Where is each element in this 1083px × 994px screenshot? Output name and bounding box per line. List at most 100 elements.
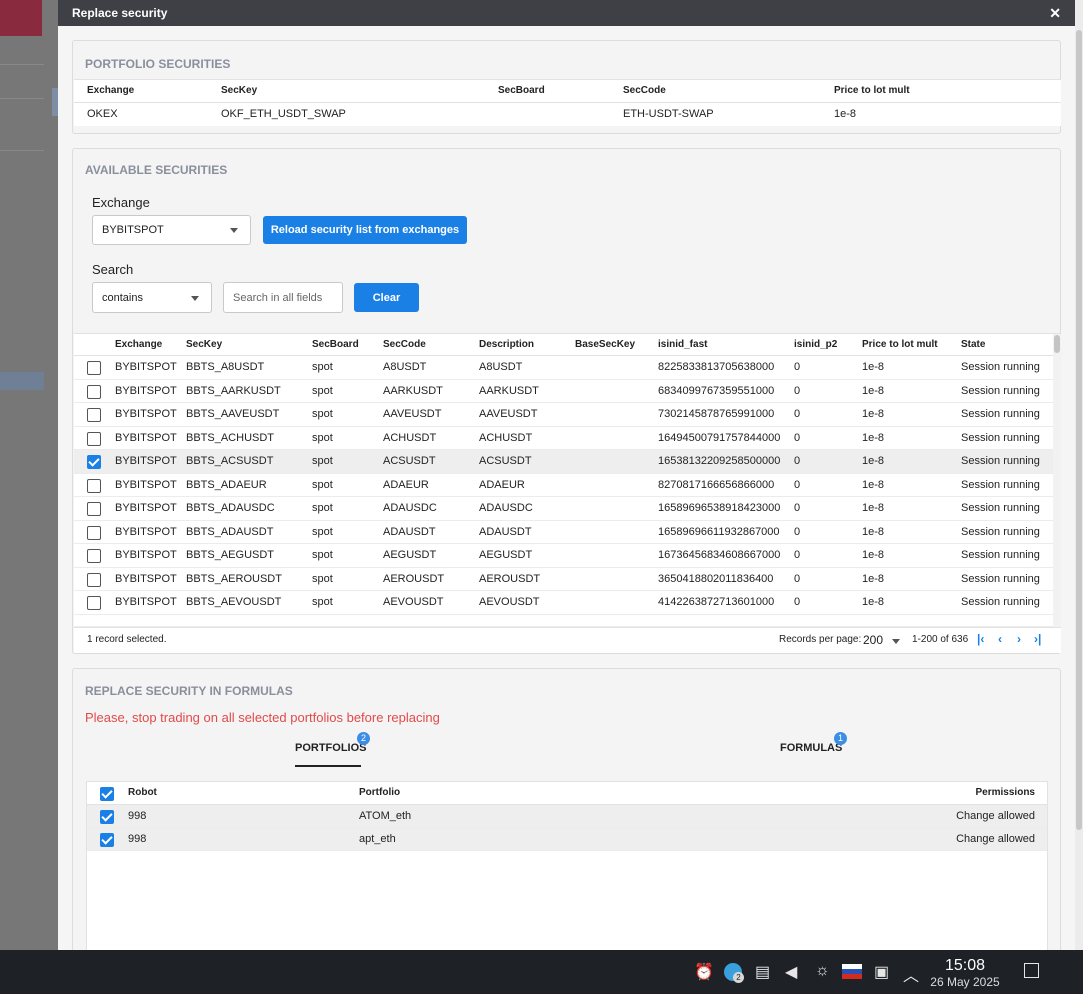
table-row[interactable]: BYBITSPOT BBTS_AEVOUSDT spot AEVOUSDT AEVOUS… [74, 591, 1061, 615]
search-label: Search [92, 262, 134, 277]
grid-scrollbar-thumb[interactable] [1054, 335, 1060, 353]
table-row[interactable]: BYBITSPOT BBTS_A8USDT spot A8USDT A8USDT 8225… [74, 356, 1061, 380]
search-mode-select[interactable]: contains [92, 282, 212, 313]
portfolios-table: Robot Portfolio Permissions 998 ATOM_eth… [86, 781, 1048, 950]
row-checkbox[interactable] [100, 833, 114, 847]
grid-footer: 1 record selected. Records per page: 200… [74, 627, 1061, 653]
cell-secboard: spot [312, 408, 333, 420]
row-checkbox[interactable] [87, 361, 101, 375]
cell-isinid-fast: 3650418802011836400 [658, 572, 774, 585]
column-header[interactable]: State [961, 334, 985, 356]
reload-securities-button[interactable]: Reload security list from exchanges [263, 216, 467, 244]
clear-button[interactable]: Clear [354, 283, 419, 312]
row-checkbox[interactable] [87, 384, 101, 399]
table-row[interactable]: BYBITSPOT BBTS_AARKUSDT spot AARKUSDT AARKUS… [74, 380, 1061, 403]
table-header: Robot Portfolio Permissions [87, 782, 1047, 805]
exchange-select-value: BYBITSPOT [102, 224, 164, 236]
column-header[interactable]: BaseSecKey [575, 334, 635, 356]
column-header[interactable]: Description [479, 334, 534, 356]
cell-seccode: ETH-USDT-SWAP [623, 108, 714, 120]
column-header[interactable]: SecCode [623, 80, 666, 102]
column-header[interactable]: isinid_fast [658, 334, 707, 356]
clock-date[interactable]: 26 May 2025 [924, 975, 1006, 989]
notifications-icon[interactable]: ⏰ [694, 962, 714, 982]
cell-exchange: BYBITSPOT [115, 502, 177, 514]
page-scrollbar[interactable] [1075, 0, 1083, 950]
column-header[interactable]: SecKey [186, 334, 222, 356]
table-row[interactable]: BYBITSPOT BBTS_ADAUSDC spot ADAUSDC ADAUSDC 1… [74, 497, 1061, 521]
tab-portfolios[interactable]: PORTFOLIOS [295, 742, 367, 754]
row-checkbox[interactable] [87, 572, 101, 587]
row-checkbox[interactable] [87, 455, 101, 469]
column-header[interactable]: Price to lot mult [834, 80, 910, 102]
page-scrollbar-thumb[interactable] [1076, 30, 1082, 830]
search-input[interactable] [223, 282, 343, 313]
brightness-icon[interactable]: ☼ [815, 962, 830, 980]
table-row[interactable]: BYBITSPOT BBTS_ADAEUR spot ADAEUR ADAEUR 8270… [74, 474, 1061, 497]
chevron-down-icon [230, 228, 238, 233]
close-icon[interactable]: ✕ [1049, 5, 1061, 22]
column-header[interactable]: Permissions [976, 782, 1035, 804]
cell-isinid-fast: 4142263872713601000 [658, 596, 775, 608]
table-row[interactable]: BYBITSPOT BBTS_ACHUSDT spot ACHUSDT ACHUSDT 1… [74, 427, 1061, 450]
cell-seccode: AEROUSDT [383, 572, 445, 585]
cell-price-mult: 1e-8 [862, 572, 885, 585]
show-desktop-icon[interactable] [1024, 963, 1039, 978]
dialog-title: Replace security [72, 6, 168, 20]
volume-icon[interactable]: ◀ [785, 962, 797, 982]
next-page-icon[interactable]: › [1017, 632, 1021, 646]
row-checkbox[interactable] [87, 549, 101, 563]
table-row[interactable]: BYBITSPOT BBTS_ADAUSDT spot ADAUSDT ADAUSDT 1… [74, 521, 1061, 544]
tray-expand-icon[interactable]: ︿ [903, 962, 919, 986]
cell-isinid-p2: 0 [794, 455, 801, 467]
table-row[interactable]: BYBITSPOT BBTS_ACSUSDT spot ACSUSDT ACSUSDT 1… [74, 450, 1061, 474]
last-page-icon[interactable]: ›| [1034, 632, 1041, 646]
cell-price-mult: 1e-8 [862, 525, 885, 538]
language-flag-icon[interactable] [842, 964, 862, 979]
network-icon[interactable]: ▣ [874, 962, 889, 982]
column-header[interactable]: Robot [128, 782, 157, 804]
cell-state: Session running [961, 525, 1040, 538]
column-header[interactable]: SecBoard [312, 334, 359, 356]
row-checkbox[interactable] [100, 810, 114, 824]
cell-isinid-fast: 16589696611932867000 [658, 525, 780, 538]
table-row[interactable]: BYBITSPOT BBTS_AEGUSDT spot AEGUSDT AEGUSDT 1… [74, 544, 1061, 568]
row-checkbox[interactable] [87, 408, 101, 422]
column-header[interactable]: SecKey [221, 80, 257, 102]
table-row[interactable]: OKEX OKF_ETH_USDT_SWAP ETH-USDT-SWAP 1e-… [74, 103, 1061, 126]
column-header[interactable]: Exchange [87, 80, 134, 102]
table-row[interactable]: 998 apt_eth Change allowed [87, 828, 1047, 851]
cell-seckey: BBTS_ACHUSDT [186, 431, 275, 444]
tab-formulas[interactable]: FORMULAS [780, 742, 842, 754]
cell-exchange: BYBITSPOT [115, 431, 177, 444]
records-per-page-select[interactable]: 200 [863, 628, 883, 652]
row-checkbox[interactable] [87, 525, 101, 540]
column-header[interactable]: Price to lot mult [862, 334, 938, 356]
table-row[interactable]: BYBITSPOT BBTS_AEROUSDT spot AEROUSDT AEROUS… [74, 568, 1061, 591]
available-securities-title: AVAILABLE SECURITIES [85, 163, 228, 177]
exchange-select[interactable]: BYBITSPOT [92, 215, 251, 245]
table-row[interactable]: 998 ATOM_eth Change allowed [87, 805, 1047, 828]
row-checkbox[interactable] [87, 596, 101, 610]
column-header[interactable]: Portfolio [359, 782, 400, 804]
select-all-checkbox[interactable] [100, 787, 114, 801]
column-header[interactable]: isinid_p2 [794, 334, 837, 356]
cell-seckey: BBTS_AEVOUSDT [186, 596, 282, 608]
column-header[interactable]: Exchange [115, 334, 162, 356]
chevron-down-icon[interactable] [892, 639, 900, 644]
previous-page-icon[interactable]: ‹ [998, 632, 1002, 646]
tab-formulas-badge: 1 [834, 732, 847, 745]
row-checkbox[interactable] [87, 502, 101, 516]
row-checkbox[interactable] [87, 431, 101, 446]
grid-scrollbar[interactable] [1053, 334, 1061, 627]
cell-isinid-p2: 0 [794, 596, 801, 608]
table-row-partial[interactable] [74, 615, 1061, 627]
row-checkbox[interactable] [87, 478, 101, 493]
cell-isinid-fast: 16494500791757844000 [658, 431, 781, 444]
clipboard-icon[interactable]: ▤ [755, 962, 770, 982]
first-page-icon[interactable]: |‹ [977, 632, 984, 646]
column-header[interactable]: SecBoard [498, 80, 545, 102]
column-header[interactable]: SecCode [383, 334, 426, 356]
table-row[interactable]: BYBITSPOT BBTS_AAVEUSDT spot AAVEUSDT AAVEUS… [74, 403, 1061, 427]
clock-time[interactable]: 15:08 [930, 957, 1000, 975]
